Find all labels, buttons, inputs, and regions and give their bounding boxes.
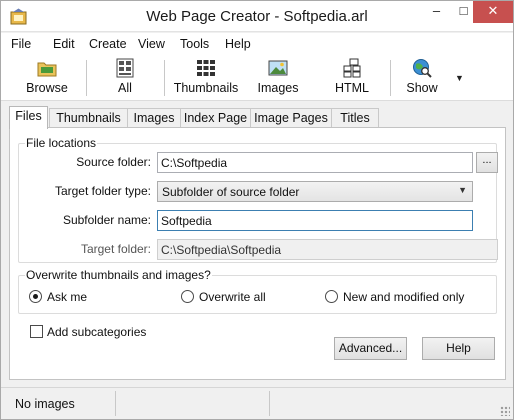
help-button[interactable]: Help	[422, 337, 495, 360]
checkbox-unchecked-icon	[30, 325, 43, 338]
menu-edit[interactable]: Edit	[53, 37, 75, 51]
globe-search-icon	[413, 59, 432, 78]
subfolder-name-input[interactable]: Softpedia	[157, 210, 473, 231]
menu-help[interactable]: Help	[225, 37, 251, 51]
all-button[interactable]: All	[105, 58, 145, 100]
resize-grip-icon[interactable]	[500, 406, 510, 416]
browse-folder-button[interactable]: ...	[476, 152, 498, 173]
overwrite-group: Overwrite thumbnails and images? Ask me …	[18, 268, 497, 314]
group-title: Overwrite thumbnails and images?	[25, 268, 212, 282]
toolbar-separator	[164, 60, 165, 96]
html-icon	[343, 58, 361, 78]
toolbar: Browse All Thumbnails Images HTML Show ▼	[1, 55, 513, 101]
tab-thumbnails[interactable]: Thumbnails	[49, 108, 128, 128]
menu-create[interactable]: Create	[89, 37, 127, 51]
thumbnails-button[interactable]: Thumbnails	[173, 58, 239, 100]
all-icon	[116, 58, 134, 78]
status-separator	[115, 391, 116, 416]
radio-unchecked-icon	[181, 290, 194, 303]
source-folder-label: Source folder:	[76, 155, 151, 169]
images-button[interactable]: Images	[256, 58, 300, 100]
tab-index-page[interactable]: Index Page	[180, 108, 251, 128]
title-bar[interactable]: Web Page Creator - Softpedia.arl – □ ✕	[1, 1, 513, 32]
show-button[interactable]: Show	[403, 58, 441, 100]
add-subcategories-checkbox[interactable]: Add subcategories	[30, 325, 146, 339]
target-folder-field: C:\Softpedia\Softpedia	[157, 239, 498, 260]
browse-button[interactable]: Browse	[23, 58, 71, 100]
subfolder-name-label: Subfolder name:	[62, 213, 151, 227]
menu-file[interactable]: File	[11, 37, 31, 51]
menu-view[interactable]: View	[138, 37, 165, 51]
thumbnails-icon	[197, 60, 215, 76]
menu-bar: File Edit Create View Tools Help	[1, 33, 513, 55]
app-window: Web Page Creator - Softpedia.arl – □ ✕ F…	[0, 0, 514, 420]
show-dropdown-arrow[interactable]: ▼	[455, 73, 464, 83]
target-type-label: Target folder type:	[54, 184, 151, 198]
radio-checked-icon	[29, 290, 42, 303]
advanced-button[interactable]: Advanced...	[334, 337, 407, 360]
target-type-select[interactable]: Subfolder of source folder ▼	[157, 181, 473, 202]
target-folder-label: Target folder:	[80, 242, 151, 256]
source-folder-input[interactable]: C:\Softpedia	[157, 152, 473, 173]
file-locations-group: File locations Source folder: C:\Softped…	[18, 136, 498, 263]
toolbar-separator	[86, 60, 87, 96]
radio-overwrite-all[interactable]: Overwrite all	[181, 290, 266, 306]
menu-tools[interactable]: Tools	[180, 37, 209, 51]
chevron-down-icon: ▼	[458, 185, 467, 195]
minimize-button[interactable]: –	[423, 1, 450, 23]
status-text: No images	[15, 397, 75, 411]
html-button[interactable]: HTML	[332, 58, 372, 100]
target-type-value: Subfolder of source folder	[162, 185, 300, 199]
tab-titles[interactable]: Titles	[331, 108, 379, 128]
status-bar: No images	[1, 387, 513, 419]
close-button[interactable]: ✕	[473, 1, 513, 23]
radio-new-and-modified[interactable]: New and modified only	[325, 290, 464, 306]
folder-icon	[37, 62, 57, 77]
tab-image-pages[interactable]: Image Pages	[250, 108, 332, 128]
toolbar-separator	[390, 60, 391, 96]
files-tab-panel: File locations Source folder: C:\Softped…	[9, 127, 506, 380]
group-title: File locations	[25, 136, 98, 150]
radio-ask-me[interactable]: Ask me	[29, 290, 87, 306]
image-icon	[268, 60, 288, 76]
status-separator	[269, 391, 270, 416]
tab-images[interactable]: Images	[127, 108, 181, 128]
tab-files[interactable]: Files	[9, 106, 48, 129]
overwrite-options: Ask me Overwrite all New and modified on…	[29, 290, 489, 306]
radio-unchecked-icon	[325, 290, 338, 303]
